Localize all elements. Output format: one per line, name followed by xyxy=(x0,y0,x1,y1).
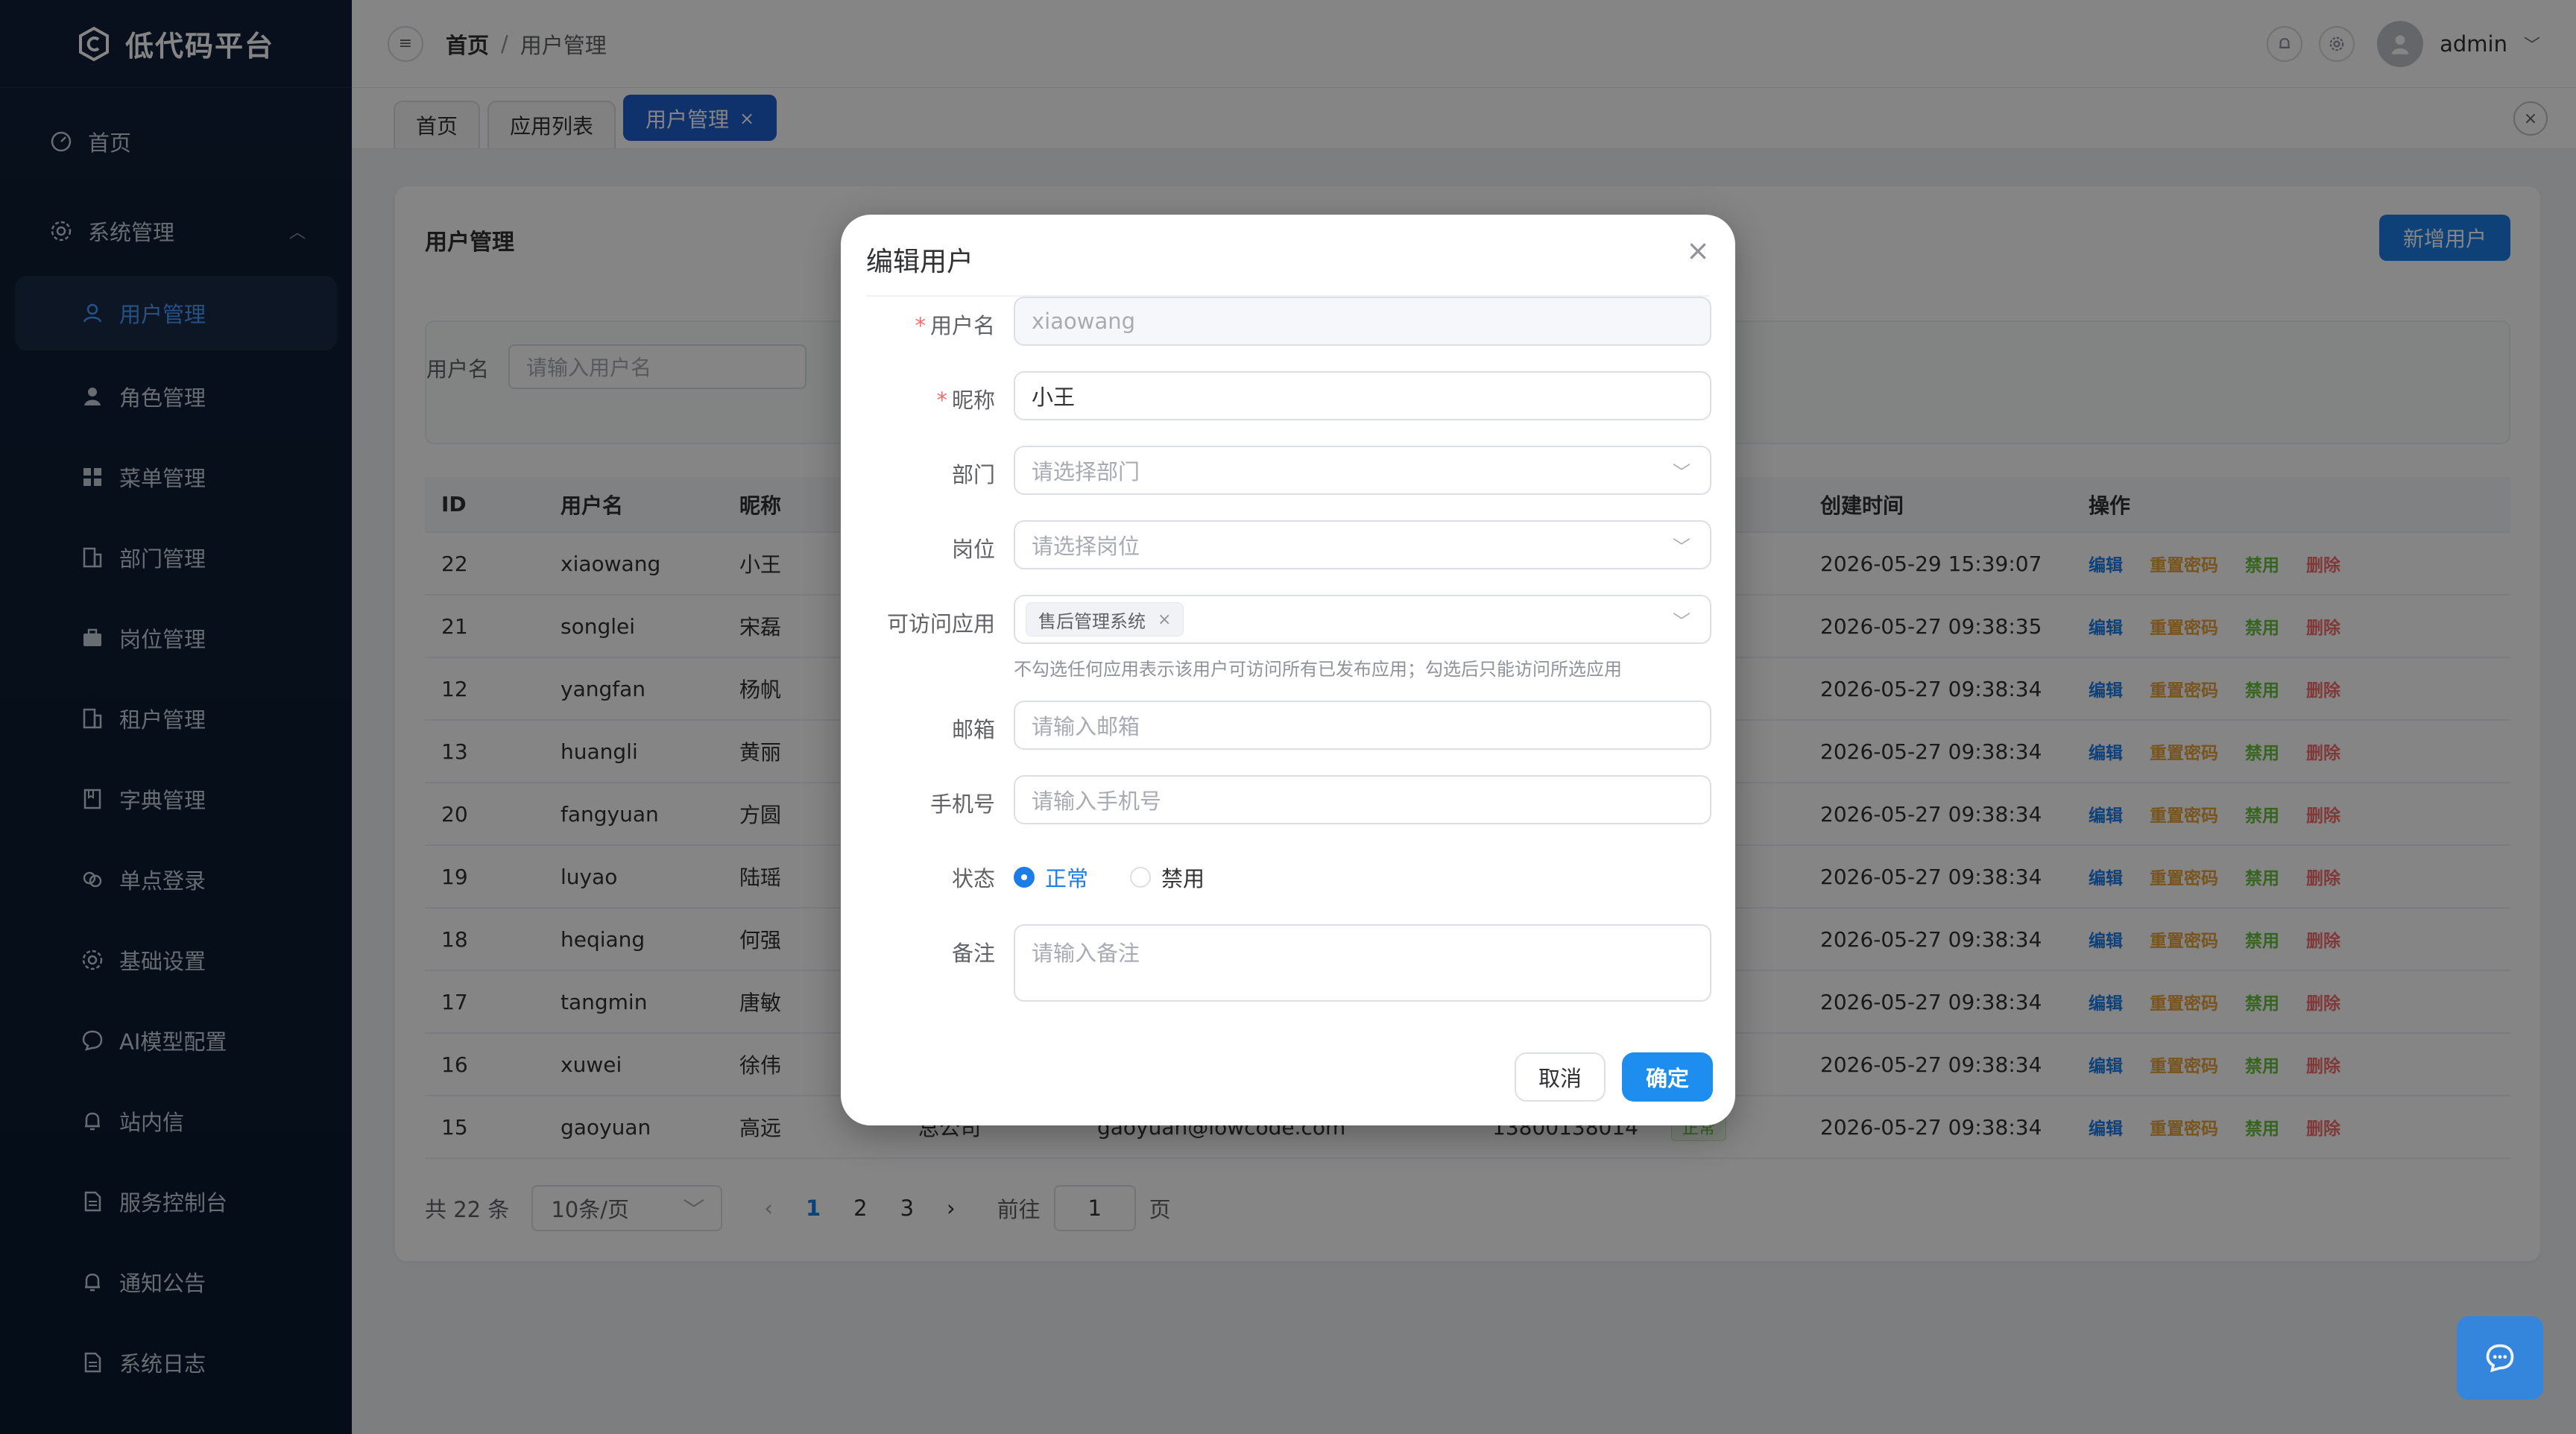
status-radio-group: 正常 禁用 xyxy=(1014,862,1246,893)
chevron-down-icon: ﹀ xyxy=(1673,610,1690,632)
chevron-down-icon: ﹀ xyxy=(1673,536,1690,558)
radio-checked-icon xyxy=(1014,867,1035,888)
nickname-field[interactable]: 小王 xyxy=(1014,371,1711,420)
dept-select[interactable]: 请选择部门 ﹀ xyxy=(1014,446,1711,495)
radio-unchecked-icon xyxy=(1130,867,1152,888)
dept-label: 部门 xyxy=(951,462,995,487)
required-mark: * xyxy=(936,388,947,413)
phone-label: 手机号 xyxy=(929,792,995,817)
required-mark: * xyxy=(915,313,926,338)
post-select[interactable]: 请选择岗位 ﹀ xyxy=(1014,520,1711,569)
selected-app-chip: 售后管理系统 × xyxy=(1026,602,1184,637)
remark-label: 备注 xyxy=(951,941,995,966)
close-icon[interactable]: × xyxy=(1686,234,1710,267)
chat-icon xyxy=(2486,1344,2514,1373)
status-radio-disabled[interactable]: 禁用 xyxy=(1130,862,1205,893)
chat-float-button[interactable] xyxy=(2457,1316,2543,1400)
field-label: 昵称 xyxy=(951,388,995,413)
username-field[interactable]: xiaowang xyxy=(1014,297,1711,346)
confirm-button[interactable]: 确定 xyxy=(1622,1052,1713,1102)
radio-label: 正常 xyxy=(1045,866,1089,891)
phone-field[interactable]: 请输入手机号 xyxy=(1014,775,1711,824)
apps-label: 可访问应用 xyxy=(886,611,995,637)
edit-user-dialog: 编辑用户 × * 用户名 xiaowang * 昵称 小王 部门 请选择部门 ﹀ 岗位… xyxy=(841,215,1735,1125)
dept-placeholder: 请选择部门 xyxy=(1032,459,1140,484)
remove-chip-icon[interactable]: × xyxy=(1158,610,1171,629)
chip-label: 售后管理系统 xyxy=(1038,610,1146,632)
chevron-down-icon: ﹀ xyxy=(1673,461,1690,483)
nickname-label: * 昵称 xyxy=(936,383,995,414)
field-label: 用户名 xyxy=(929,313,995,338)
post-placeholder: 请选择岗位 xyxy=(1032,534,1140,559)
status-radio-normal[interactable]: 正常 xyxy=(1014,862,1088,893)
username-label: * 用户名 xyxy=(915,309,995,340)
apps-hint: 不勾选任何应用表示该用户可访问所有已发布应用；勾选后只能访问所选应用 xyxy=(1014,659,1622,680)
status-label: 状态 xyxy=(951,866,995,891)
cancel-button[interactable]: 取消 xyxy=(1515,1052,1606,1102)
apps-multiselect[interactable]: 售后管理系统 × ﹀ xyxy=(1014,595,1711,644)
remark-textarea[interactable]: 请输入备注 xyxy=(1014,924,1711,1002)
dialog-title: 编辑用户 xyxy=(866,247,974,277)
email-label: 邮箱 xyxy=(951,717,995,742)
email-field[interactable]: 请输入邮箱 xyxy=(1014,701,1711,750)
post-label: 岗位 xyxy=(951,537,995,562)
radio-label: 禁用 xyxy=(1161,866,1205,891)
